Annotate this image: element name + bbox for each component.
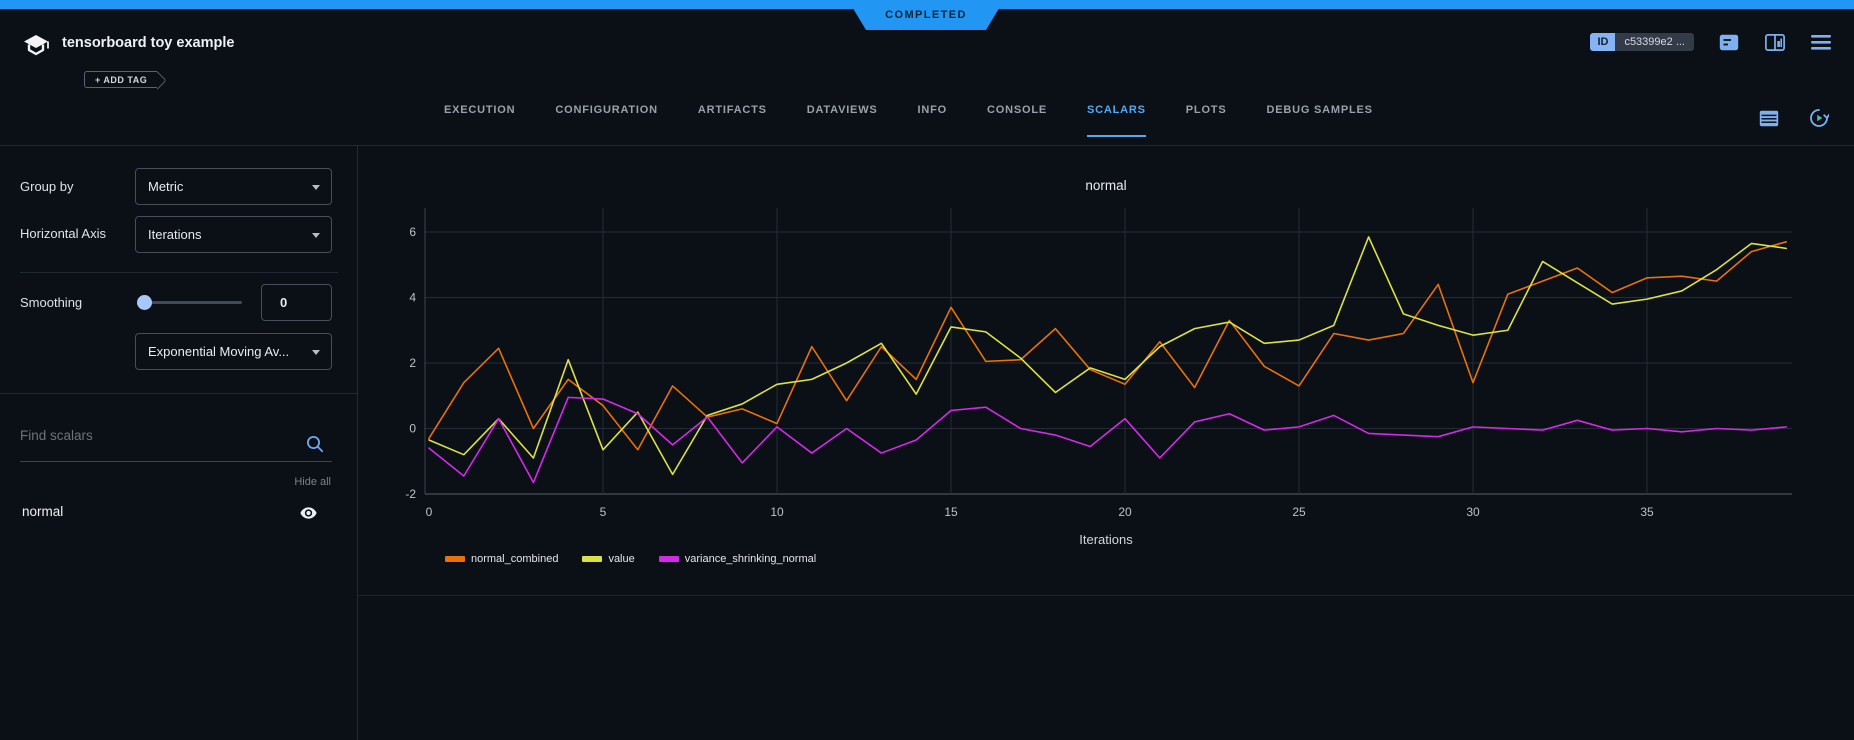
smoothing-slider[interactable] xyxy=(138,301,242,304)
tab-info[interactable]: INFO xyxy=(918,104,947,137)
series-variance_shrinking_normal xyxy=(429,397,1786,482)
id-label: ID xyxy=(1590,33,1615,51)
search-icon[interactable] xyxy=(306,435,324,458)
smoothing-value-input[interactable]: 0 xyxy=(261,284,332,321)
group-by-label: Group by xyxy=(20,179,73,194)
svg-text:25: 25 xyxy=(1292,505,1306,519)
tab-configuration[interactable]: CONFIGURATION xyxy=(555,104,657,137)
tab-plots[interactable]: PLOTS xyxy=(1186,104,1227,137)
svg-text:6: 6 xyxy=(409,225,416,239)
horizontal-axis-value: Iterations xyxy=(148,227,201,242)
notes-icon[interactable] xyxy=(1718,32,1740,52)
chevron-down-icon xyxy=(312,185,320,190)
chart-legend: normal_combined value variance_shrinking_n… xyxy=(445,553,816,565)
svg-text:20: 20 xyxy=(1118,505,1132,519)
horizontal-axis-select[interactable]: Iterations xyxy=(135,216,332,253)
group-by-value: Metric xyxy=(148,179,183,194)
tab-scalars[interactable]: SCALARS xyxy=(1087,104,1146,137)
search-underline xyxy=(20,461,332,462)
svg-text:35: 35 xyxy=(1640,505,1654,519)
legend-item-value[interactable]: value xyxy=(582,553,634,565)
sidebar-divider xyxy=(0,393,358,394)
tab-console[interactable]: CONSOLE xyxy=(987,104,1047,137)
find-scalars-input[interactable] xyxy=(20,428,302,443)
tab-dataviews[interactable]: DATAVIEWS xyxy=(807,104,878,137)
scalar-line-chart[interactable]: 6420-205101520253035 xyxy=(358,150,1854,522)
smoothing-label: Smoothing xyxy=(20,295,82,310)
smoothing-slider-handle[interactable] xyxy=(137,295,152,310)
chevron-down-icon xyxy=(312,233,320,238)
id-value: c53399e2 ... xyxy=(1615,33,1694,51)
svg-text:10: 10 xyxy=(770,505,784,519)
status-badge: COMPLETED xyxy=(848,0,1004,30)
refresh-icon[interactable] xyxy=(1808,108,1830,128)
svg-text:4: 4 xyxy=(409,291,416,305)
legend-label: normal_combined xyxy=(471,553,558,565)
experiment-id-chip[interactable]: ID c53399e2 ... xyxy=(1590,33,1694,51)
svg-text:15: 15 xyxy=(944,505,958,519)
legend-item-normal_combined[interactable]: normal_combined xyxy=(445,553,558,565)
horizontal-axis-label: Horizontal Axis xyxy=(20,226,106,241)
smoothing-method-select[interactable]: Exponential Moving Av... xyxy=(135,333,332,370)
chevron-down-icon xyxy=(312,350,320,355)
side-panel-icon[interactable] xyxy=(1764,32,1786,52)
legend-swatch xyxy=(582,556,602,562)
scalars-sidebar: Group by Metric Horizontal Axis Iteratio… xyxy=(0,146,358,740)
svg-text:2: 2 xyxy=(409,356,416,370)
metrics-table-icon[interactable] xyxy=(1758,108,1780,128)
legend-swatch xyxy=(445,556,465,562)
page-title: tensorboard toy example xyxy=(62,35,234,51)
tab-bar: EXECUTION CONFIGURATION ARTIFACTS DATAVIEWS… xyxy=(444,104,1373,137)
hide-all-button[interactable]: Hide all xyxy=(294,476,331,488)
x-axis-title: Iterations xyxy=(358,532,1854,547)
svg-text:-2: -2 xyxy=(405,487,416,501)
smoothing-method-value: Exponential Moving Av... xyxy=(148,344,289,359)
svg-text:30: 30 xyxy=(1466,505,1480,519)
group-by-select[interactable]: Metric xyxy=(135,168,332,205)
legend-item-variance_shrinking_normal[interactable]: variance_shrinking_normal xyxy=(659,553,816,565)
legend-label: variance_shrinking_normal xyxy=(685,553,816,565)
svg-text:5: 5 xyxy=(600,505,607,519)
tab-debug-samples[interactable]: DEBUG SAMPLES xyxy=(1266,104,1372,137)
legend-label: value xyxy=(608,553,634,565)
chart-card-divider xyxy=(358,595,1854,596)
metric-name: normal xyxy=(22,504,63,519)
app-logo-icon xyxy=(22,33,50,59)
add-tag-button[interactable]: + ADD TAG xyxy=(84,71,157,88)
sidebar-divider xyxy=(20,272,338,273)
visibility-eye-icon[interactable] xyxy=(300,506,317,524)
menu-icon[interactable] xyxy=(1810,32,1832,52)
svg-text:0: 0 xyxy=(409,422,416,436)
svg-text:0: 0 xyxy=(426,505,433,519)
tab-execution[interactable]: EXECUTION xyxy=(444,104,515,137)
tab-artifacts[interactable]: ARTIFACTS xyxy=(698,104,767,137)
metric-list-item[interactable]: normal xyxy=(0,498,357,528)
legend-swatch xyxy=(659,556,679,562)
